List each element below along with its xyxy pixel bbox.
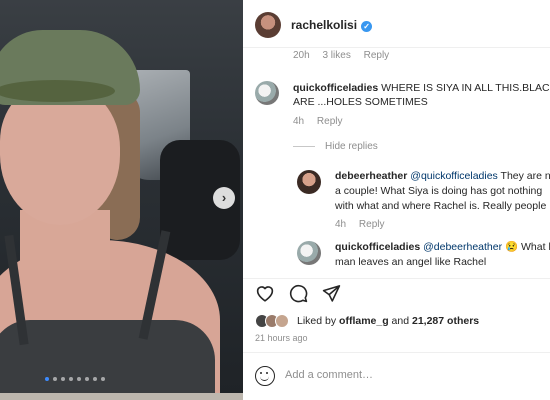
hide-replies-toggle[interactable]: Hide replies xyxy=(293,141,378,152)
reply-text-continued: a couple! What Siya is doing has got not… xyxy=(335,184,542,198)
page-background-strip xyxy=(0,393,243,400)
reply-line: man leaves an angel like Rachel xyxy=(335,256,487,268)
previous-comment-meta: 20h 3 likes Reply xyxy=(293,50,399,61)
actions-divider xyxy=(243,278,550,279)
carousel-dot xyxy=(77,377,81,381)
reply-line: a couple! What Siya is doing has got not… xyxy=(335,185,543,197)
commenter-avatar[interactable] xyxy=(255,81,279,105)
reply-text-continued: man leaves an angel like Rachel xyxy=(335,255,486,269)
post-photo[interactable]: › xyxy=(0,0,243,393)
reply-button[interactable]: Reply xyxy=(317,116,343,127)
reply-line: They are n xyxy=(500,170,550,182)
photo-cap-brim xyxy=(0,80,115,102)
reply-button[interactable]: Reply xyxy=(364,50,390,61)
carousel-dot xyxy=(45,377,49,381)
likes-summary: Liked by offlame_g and 21,287 others xyxy=(255,314,479,328)
reply-line: What k xyxy=(521,241,550,253)
comment-time: 4h xyxy=(293,116,305,127)
likes-count-link[interactable]: 21,287 others xyxy=(412,315,479,327)
mention-link[interactable]: @debeerheather xyxy=(423,241,502,253)
carousel-dot xyxy=(61,377,65,381)
liker-username[interactable]: offlame_g xyxy=(339,315,389,327)
carousel-dot xyxy=(53,377,57,381)
comment-likes[interactable]: 3 likes xyxy=(322,50,350,61)
carousel-dot xyxy=(69,377,73,381)
like-heart-icon[interactable] xyxy=(255,284,275,303)
add-comment-bar: Add a comment… xyxy=(243,352,550,400)
author-avatar[interactable] xyxy=(255,12,281,38)
carousel-dots xyxy=(45,377,105,381)
post-modal: › rachelkolisi ✓ 20h 3 likes Reply quick… xyxy=(0,0,550,400)
add-comment-input[interactable]: Add a comment… xyxy=(285,369,373,381)
carousel-dot xyxy=(93,377,97,381)
comment-text-continued: ARE ...HOLES SOMETIMES xyxy=(293,95,428,109)
reply-line: with what and where Rachel is. Really pe… xyxy=(335,200,547,212)
photo-tank-top xyxy=(0,320,215,393)
post-header: rachelkolisi ✓ xyxy=(243,0,550,48)
reply-text-continued: with what and where Rachel is. Really pe… xyxy=(335,199,546,213)
next-slide-button[interactable]: › xyxy=(213,187,235,209)
emoji-picker-icon[interactable] xyxy=(255,366,275,386)
crying-emoji-icon: 😢 xyxy=(505,241,519,253)
commenter-username[interactable]: quickofficeladies xyxy=(293,82,378,94)
reply-username[interactable]: debeerheather xyxy=(335,170,407,182)
comment-text: quickofficeladies WHERE IS SIYA IN ALL T… xyxy=(293,81,550,95)
mention-link[interactable]: @quickofficeladies xyxy=(410,170,498,182)
reply-avatar[interactable] xyxy=(297,241,321,265)
likes-middle: and xyxy=(391,315,410,327)
post-timestamp: 21 hours ago xyxy=(255,333,308,343)
chevron-right-icon: › xyxy=(221,190,227,205)
comment-time: 20h xyxy=(293,50,310,61)
hide-replies-label: Hide replies xyxy=(325,141,378,152)
avatar xyxy=(275,314,289,328)
reply-button[interactable]: Reply xyxy=(359,219,385,230)
comments-panel: rachelkolisi ✓ 20h 3 likes Reply quickoff… xyxy=(243,0,550,400)
carousel-dot xyxy=(101,377,105,381)
author-username[interactable]: rachelkolisi xyxy=(291,18,357,32)
author-username-row: rachelkolisi ✓ xyxy=(291,18,373,32)
verified-badge-icon: ✓ xyxy=(361,21,373,32)
reply-text: quickofficeladies @debeerheather 😢 What … xyxy=(335,240,550,254)
photo-face xyxy=(0,85,120,225)
liker-avatars xyxy=(255,314,289,328)
comment-meta: 4h Reply xyxy=(293,116,352,127)
carousel-dot xyxy=(85,377,89,381)
likes-prefix: Liked by xyxy=(297,315,337,327)
comment-line: ARE ...HOLES SOMETIMES xyxy=(293,96,428,108)
comment-line: WHERE IS SIYA IN ALL THIS.BLACK FA xyxy=(381,82,550,94)
reply-time: 4h xyxy=(335,219,347,230)
post-actions xyxy=(255,284,341,303)
divider-line xyxy=(293,146,315,147)
reply-avatar[interactable] xyxy=(297,170,321,194)
reply-meta: 4h Reply xyxy=(335,219,394,230)
share-paper-plane-icon[interactable] xyxy=(322,284,341,303)
reply-text: debeerheather @quickofficeladies They ar… xyxy=(335,169,550,183)
reply-username[interactable]: quickofficeladies xyxy=(335,241,420,253)
comment-bubble-icon[interactable] xyxy=(289,284,308,303)
